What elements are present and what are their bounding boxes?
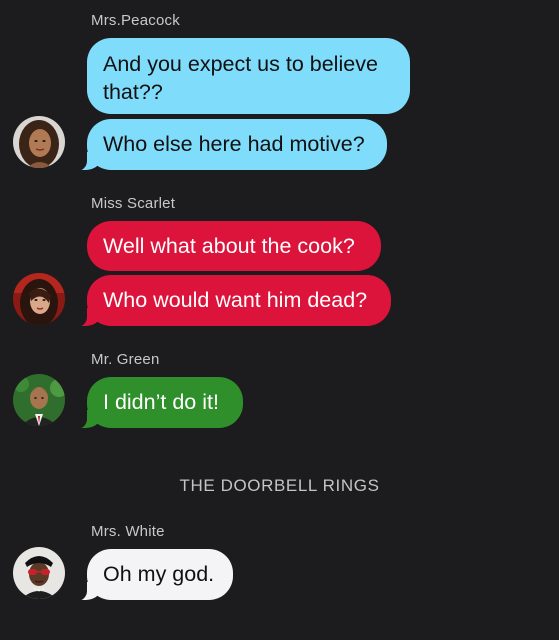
message-bubble[interactable]: Well what about the cook? (87, 221, 381, 271)
message-bubble[interactable]: And you expect us to believe that?? (87, 38, 410, 114)
sender-name-mr-green: Mr. Green (91, 351, 160, 368)
message-text: And you expect us to believe that?? (103, 52, 378, 104)
message-bubble[interactable]: Who would want him dead? (77, 275, 391, 327)
message-bubble[interactable]: Who else here had motive? (77, 119, 387, 171)
sender-name-miss-scarlet: Miss Scarlet (91, 195, 176, 212)
message-text: Who would want him dead? (103, 288, 368, 312)
message-text: Well what about the cook? (103, 234, 355, 258)
avatar-mrs-peacock[interactable] (13, 116, 65, 168)
avatar-miss-scarlet[interactable] (13, 273, 65, 325)
message-text: Who else here had motive? (103, 132, 365, 156)
sender-name-mrs-peacock: Mrs.Peacock (91, 12, 180, 29)
message-text: I didn’t do it! (103, 390, 219, 414)
message-bubble[interactable]: Oh my god. (77, 549, 233, 601)
narration-text: THE DOORBELL RINGS (179, 476, 380, 495)
avatar-mrs-white[interactable] (13, 547, 65, 599)
avatar-mr-green[interactable] (13, 374, 65, 426)
message-bubble[interactable]: I didn’t do it! (77, 377, 243, 429)
sender-name-mrs-white: Mrs. White (91, 523, 165, 540)
message-text: Oh my god. (103, 562, 215, 586)
